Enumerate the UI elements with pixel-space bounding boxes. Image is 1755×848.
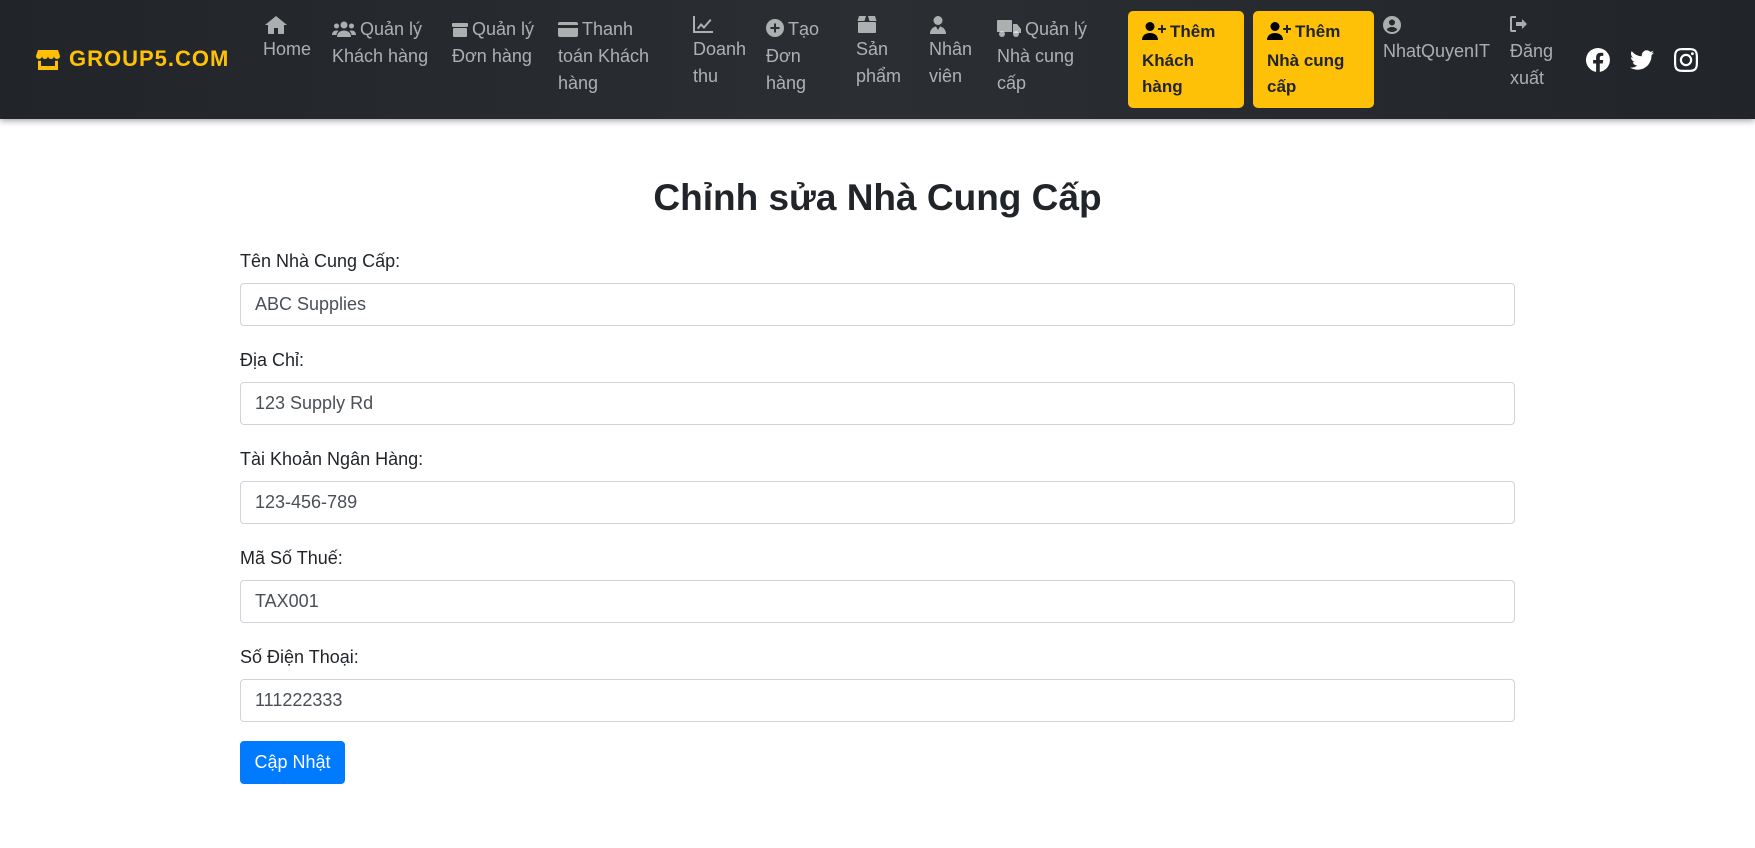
- nav-products-label-2: phẩm: [856, 66, 902, 86]
- credit-card-icon: [558, 22, 578, 37]
- address-label: Địa Chỉ:: [240, 350, 305, 370]
- nav-home-label: Home: [263, 39, 312, 59]
- boxes-icon: [856, 16, 897, 36]
- add-supplier-button[interactable]: Thêm Nhà cung cấp: [1253, 11, 1374, 108]
- bank-account-input[interactable]: [240, 481, 1515, 524]
- nav-suppliers-label-1: Quản lý: [1025, 19, 1088, 39]
- nav-customers-label-2: Khách hàng: [332, 46, 429, 66]
- nav-staff-label-2: viên: [929, 66, 963, 86]
- update-button[interactable]: Cập Nhật: [240, 741, 345, 784]
- phone-label: Số Điện Thoại:: [240, 647, 359, 667]
- supplier-name-label: Tên Nhà Cung Cấp:: [240, 251, 401, 271]
- instagram-icon: [1674, 48, 1698, 72]
- plus-circle-icon: [766, 19, 784, 37]
- nav-payments-label-2: toán Khách: [558, 46, 650, 66]
- truck-icon: [997, 20, 1021, 37]
- nav-payments-label-3: hàng: [558, 73, 599, 93]
- nav-staff[interactable]: Nhân viên: [929, 16, 972, 90]
- twitter-icon: [1630, 50, 1654, 70]
- top-navbar: GROUP5.COM Home Quản lý Khách hàng Quản …: [0, 0, 1755, 119]
- phone-input[interactable]: [240, 679, 1515, 722]
- nav-user-label: NhatQuyenIT: [1383, 41, 1491, 61]
- bank-account-label: Tài Khoản Ngân Hàng:: [240, 449, 424, 469]
- nav-revenue-label-1: Doanh: [693, 39, 747, 59]
- nav-revenue[interactable]: Doanh thu: [693, 16, 746, 90]
- add-customer-label-2: Khách: [1142, 51, 1194, 70]
- chart-line-icon: [693, 16, 742, 36]
- tax-code-label: Mã Số Thuế:: [240, 548, 343, 568]
- nav-create-order-label-3: hàng: [766, 73, 807, 93]
- home-icon: [265, 16, 311, 36]
- supplier-name-input[interactable]: [240, 283, 1515, 326]
- sign-out-icon: [1510, 16, 1549, 38]
- nav-customers[interactable]: Quản lý Khách hàng: [332, 16, 428, 70]
- user-plus-icon: [1267, 22, 1291, 48]
- user-plus-icon: [1142, 22, 1166, 48]
- user-tie-icon: [930, 16, 968, 36]
- nav-suppliers-label-3: cấp: [997, 73, 1027, 93]
- nav-payments-label-1: Thanh: [582, 19, 634, 39]
- add-supplier-label-2: Nhà cung: [1267, 51, 1345, 70]
- add-customer-button[interactable]: Thêm Khách hàng: [1128, 11, 1244, 108]
- add-customer-label-3: hàng: [1142, 77, 1183, 96]
- instagram-link[interactable]: [1674, 48, 1698, 72]
- facebook-icon: [1586, 48, 1610, 72]
- add-supplier-label-1: Thêm: [1295, 22, 1341, 41]
- brand-logo-link[interactable]: GROUP5.COM: [36, 44, 229, 74]
- brand-name: GROUP5.COM: [69, 46, 230, 71]
- nav-logout[interactable]: Đăng xuất: [1510, 16, 1553, 92]
- user-circle-icon: [1383, 16, 1486, 38]
- page-title: Chỉnh sửa Nhà Cung Cấp: [653, 177, 1102, 218]
- box-icon: [452, 21, 468, 37]
- nav-orders-label-2: Đơn hàng: [452, 46, 532, 66]
- nav-suppliers-label-2: Nhà cung: [997, 46, 1075, 66]
- users-icon: [332, 21, 356, 37]
- nav-products-label-1: Sản: [856, 39, 889, 59]
- store-icon: [36, 50, 60, 70]
- nav-create-order-label-1: Tạo: [788, 19, 820, 39]
- nav-revenue-label-2: thu: [693, 66, 719, 86]
- nav-home[interactable]: Home: [263, 16, 311, 63]
- nav-create-order-label-2: Đơn: [766, 46, 801, 66]
- address-input[interactable]: [240, 382, 1515, 425]
- nav-payments[interactable]: Thanh toán Khách hàng: [558, 16, 649, 97]
- nav-logout-label-1: Đăng: [1510, 41, 1554, 61]
- nav-logout-label-2: xuất: [1510, 68, 1545, 88]
- add-supplier-label-3: cấp: [1267, 77, 1297, 96]
- facebook-link[interactable]: [1586, 48, 1610, 72]
- add-customer-label-1: Thêm: [1170, 22, 1216, 41]
- nav-create-order[interactable]: Tạo Đơn hàng: [766, 16, 819, 97]
- nav-suppliers[interactable]: Quản lý Nhà cung cấp: [997, 16, 1087, 97]
- tax-code-input[interactable]: [240, 580, 1515, 623]
- nav-orders-label-1: Quản lý: [472, 19, 535, 39]
- twitter-link[interactable]: [1630, 48, 1654, 72]
- nav-customers-label-1: Quản lý: [360, 19, 423, 39]
- nav-user[interactable]: NhatQuyenIT: [1383, 16, 1490, 65]
- nav-products[interactable]: Sản phẩm: [856, 16, 901, 90]
- nav-orders[interactable]: Quản lý Đơn hàng: [452, 16, 534, 70]
- nav-staff-label-1: Nhân: [929, 39, 973, 59]
